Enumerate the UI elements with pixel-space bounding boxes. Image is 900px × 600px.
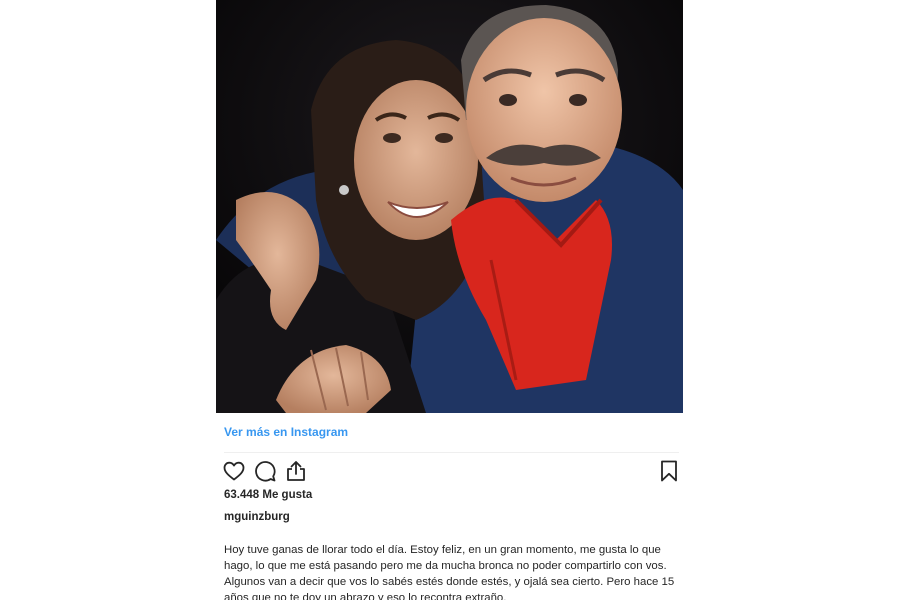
likes-count[interactable]: 63.448 Me gusta [224,489,312,501]
post-photo[interactable] [216,0,683,413]
post-photo-illustration [216,0,683,413]
author-username[interactable]: mguinzburg [224,511,290,523]
heart-icon[interactable] [222,459,246,483]
divider [224,452,679,453]
view-more-on-instagram-link[interactable]: Ver más en Instagram [224,425,348,439]
share-icon[interactable] [284,459,308,483]
post-caption: Hoy tuve ganas de llorar todo el día. Es… [224,544,675,600]
instagram-post-embed: Ver más en Instagram 63.448 Me gusta mgu… [216,0,683,600]
embed-page: Ver más en Instagram 63.448 Me gusta mgu… [0,0,900,600]
comment-icon[interactable] [253,459,277,483]
bookmark-icon[interactable] [657,459,681,483]
